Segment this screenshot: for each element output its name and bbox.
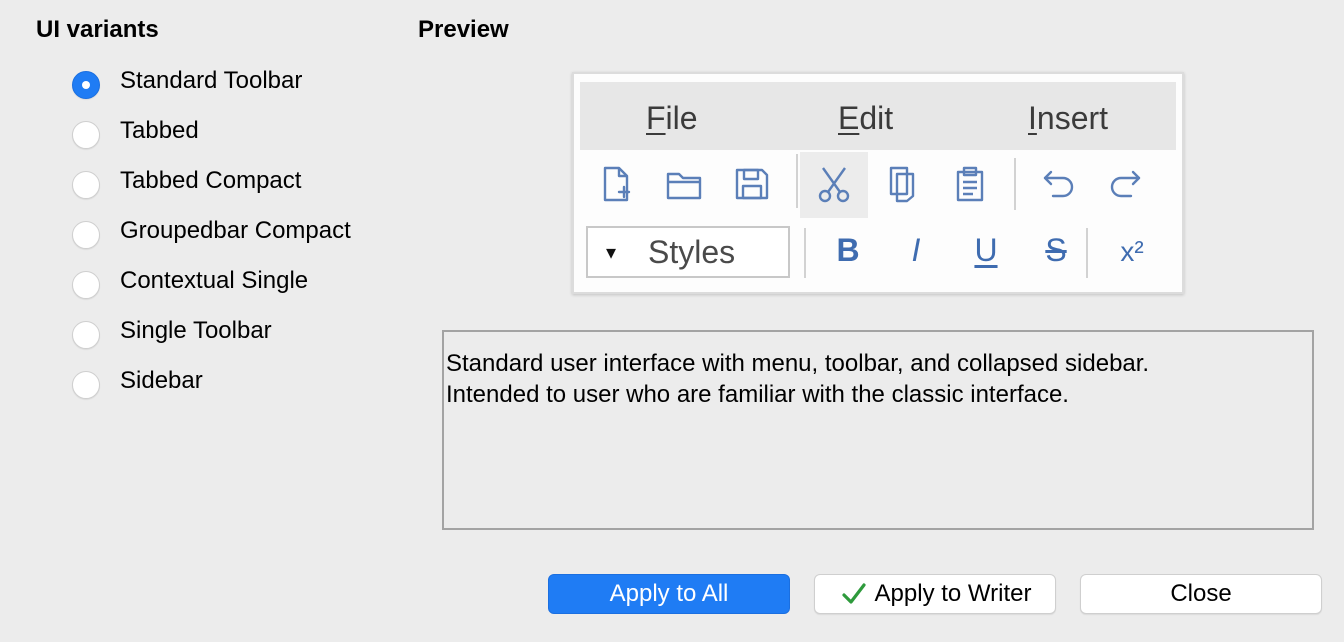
- radio-single-toolbar[interactable]: Single Toolbar: [72, 310, 351, 360]
- radio-tabbed-compact[interactable]: Tabbed Compact: [72, 160, 351, 210]
- redo-icon: [1098, 154, 1154, 214]
- mnemonic: F: [646, 100, 666, 136]
- toolbar-separator: [1086, 228, 1088, 278]
- preview-menu-file: File: [646, 100, 698, 137]
- toolbar-separator: [1014, 158, 1016, 210]
- radio-indicator[interactable]: [72, 321, 100, 349]
- bold-icon: B: [836, 232, 860, 268]
- radio-label: Contextual Single: [120, 267, 309, 294]
- menu-text: dit: [859, 100, 894, 136]
- radio-label: Standard Toolbar: [120, 67, 303, 94]
- apply-to-all-button[interactable]: Apply to All: [548, 574, 790, 614]
- superscript-icon: x²: [1120, 236, 1144, 267]
- radio-indicator[interactable]: [72, 221, 100, 249]
- menu-text: nsert: [1036, 100, 1109, 136]
- radio-groupedbar-compact[interactable]: Groupedbar Compact: [72, 210, 351, 260]
- radio-indicator[interactable]: [72, 271, 100, 299]
- radio-indicator[interactable]: [72, 71, 100, 99]
- toolbar-separator: [796, 154, 798, 208]
- open-folder-icon: [656, 154, 712, 214]
- copy-icon: [874, 154, 930, 214]
- variant-description: Standard user interface with menu, toolb…: [442, 330, 1314, 530]
- description-line: Standard user interface with menu, toolb…: [446, 350, 1150, 377]
- mnemonic: I: [1028, 100, 1037, 136]
- strikethrough-icon: S: [1045, 232, 1067, 268]
- button-label: Apply to All: [609, 580, 729, 607]
- ui-variants-radio-group: Standard Toolbar Tabbed Tabbed Compact G…: [72, 60, 351, 410]
- undo-icon: [1030, 154, 1086, 214]
- radio-label: Tabbed Compact: [120, 167, 302, 194]
- button-label: Close: [1170, 580, 1232, 607]
- cut-icon: [800, 152, 868, 218]
- mnemonic: E: [838, 100, 860, 136]
- preview-menu-insert: Insert: [1028, 100, 1108, 137]
- radio-label: Sidebar: [120, 367, 203, 394]
- save-icon: [724, 154, 780, 214]
- dropdown-arrow-icon: ▾: [606, 242, 617, 264]
- radio-tabbed[interactable]: Tabbed: [72, 110, 351, 160]
- preview-menubar: File Edit Insert: [580, 82, 1176, 150]
- radio-standard-toolbar[interactable]: Standard Toolbar: [72, 60, 351, 110]
- radio-label: Groupedbar Compact: [120, 217, 351, 244]
- underline-icon: U: [974, 232, 998, 268]
- apply-to-writer-button[interactable]: Apply to Writer: [814, 574, 1056, 614]
- preview-styles-dropdown: ▾ Styles: [586, 226, 790, 278]
- styles-label: Styles: [648, 234, 736, 270]
- italic-icon: I: [911, 232, 921, 268]
- preview-menu-edit: Edit: [838, 100, 893, 137]
- preview-heading: Preview: [418, 16, 509, 43]
- ui-variants-heading: UI variants: [36, 16, 159, 43]
- menu-text: ile: [665, 100, 698, 136]
- close-button[interactable]: Close: [1080, 574, 1322, 614]
- radio-label: Single Toolbar: [120, 317, 272, 344]
- new-document-icon: [588, 154, 644, 214]
- description-line: Intended to user who are familiar with t…: [446, 381, 1069, 408]
- toolbar-separator: [804, 228, 806, 278]
- checkmark-icon: [841, 583, 866, 604]
- radio-indicator[interactable]: [72, 121, 100, 149]
- radio-contextual-single[interactable]: Contextual Single: [72, 260, 351, 310]
- radio-indicator[interactable]: [72, 371, 100, 399]
- paste-icon: [942, 154, 998, 214]
- button-label: Apply to Writer: [874, 580, 1032, 607]
- preview-image: File Edit Insert ▾ Styles B I U S x²: [572, 72, 1184, 294]
- radio-label: Tabbed: [120, 117, 199, 144]
- radio-sidebar[interactable]: Sidebar: [72, 360, 351, 410]
- radio-indicator[interactable]: [72, 171, 100, 199]
